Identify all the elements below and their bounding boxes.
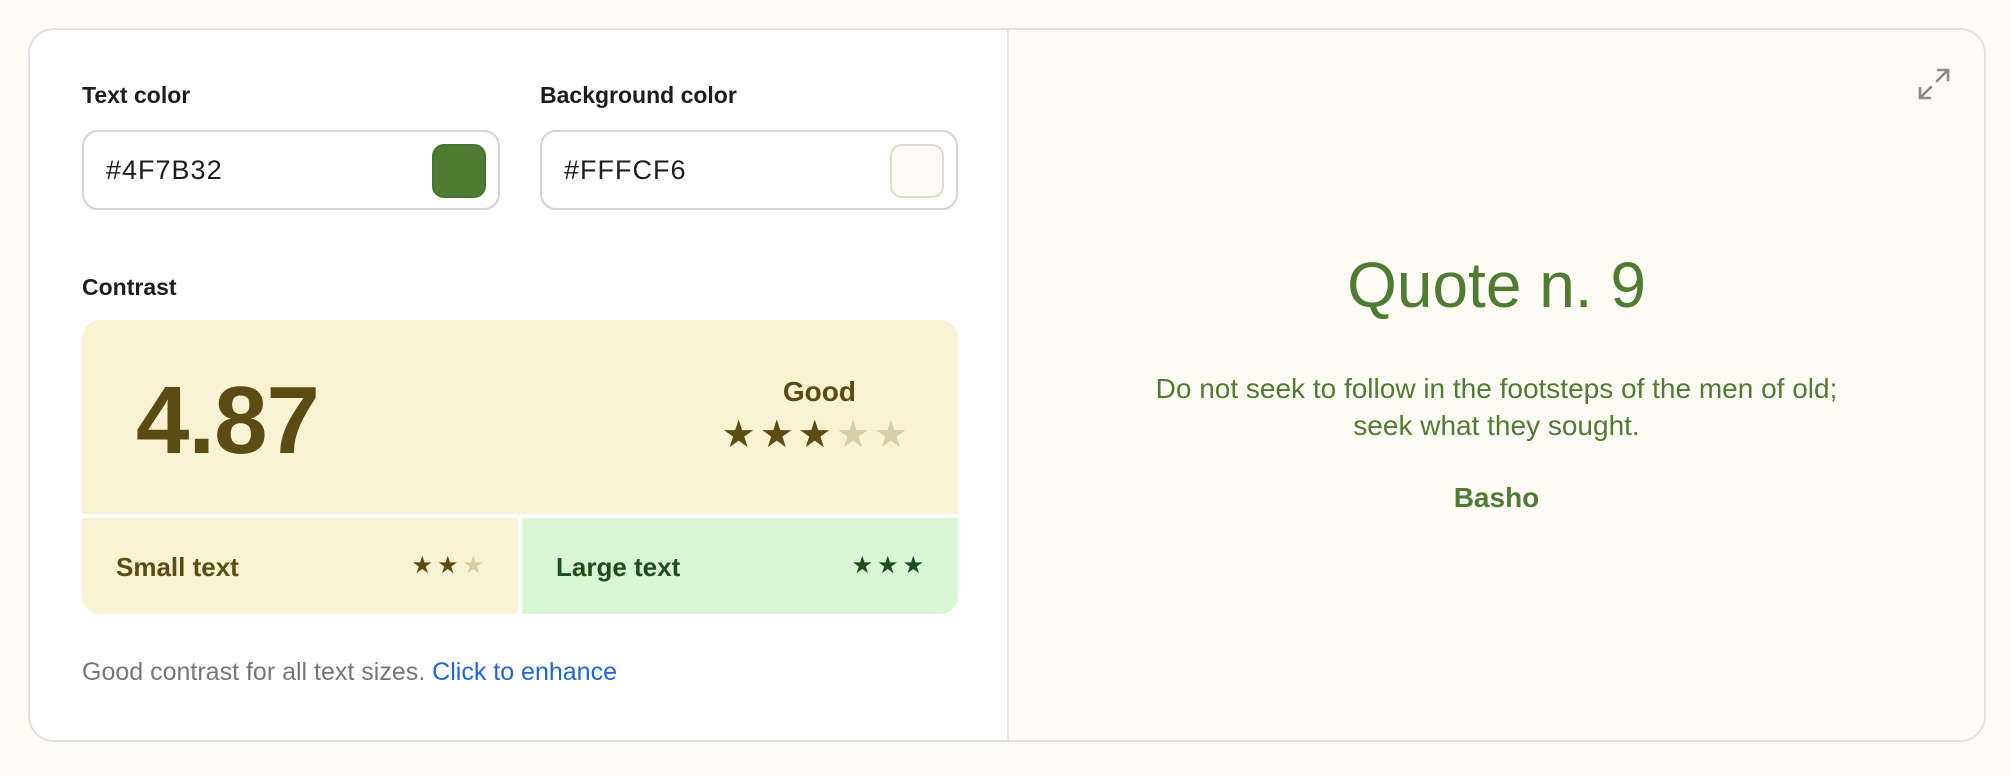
background-color-field[interactable] (540, 130, 958, 210)
small-text-rating: Small text ★ ★ ★ (82, 518, 518, 614)
expand-button[interactable] (1914, 64, 1954, 104)
background-color-swatch[interactable] (890, 144, 944, 198)
preview-panel: Quote n. 9 Do not seek to follow in the … (1009, 30, 1984, 740)
contrast-score: 4.87 (136, 367, 320, 474)
text-color-label: Text color (82, 82, 191, 108)
large-text-stars: ★ ★ ★ (851, 554, 924, 578)
large-text-rating: Large text ★ ★ ★ (522, 518, 958, 614)
star-icon: ★ (835, 414, 870, 456)
text-color-input[interactable] (106, 132, 396, 208)
quote-title: Quote n. 9 (1347, 249, 1646, 321)
star-icon: ★ (797, 414, 832, 456)
contrast-rating: Good (782, 376, 856, 407)
star-icon: ★ (721, 414, 756, 456)
quote-text: Do not seek to follow in the footsteps o… (1099, 370, 1894, 444)
star-icon: ★ (759, 414, 794, 456)
background-color-label: Background color (540, 82, 737, 108)
text-color-swatch[interactable] (432, 144, 486, 198)
star-icon: ★ (876, 552, 899, 579)
small-text-stars: ★ ★ ★ (411, 554, 484, 578)
contrast-label: Contrast (82, 274, 177, 300)
star-icon: ★ (873, 414, 908, 456)
small-text-label: Small text (116, 552, 239, 582)
quote-line: seek what they sought. (1353, 410, 1640, 441)
star-icon: ★ (851, 552, 873, 579)
enhance-link[interactable]: Click to enhance (432, 658, 617, 686)
contrast-checker-card: Text color Background color Contrast 4.8… (28, 28, 1986, 742)
quote-line: Do not seek to follow in the footsteps o… (1155, 373, 1838, 404)
expand-icon (1918, 68, 1950, 100)
star-icon: ★ (462, 552, 484, 579)
controls-panel: Text color Background color Contrast 4.8… (30, 30, 1009, 740)
quote-author: Basho (1453, 482, 1540, 513)
star-icon: ★ (411, 552, 433, 579)
large-text-label: Large text (556, 552, 681, 582)
contrast-result: 4.87 Good ★ ★ ★ ★ ★ Small text ★ ★ ★ Lar… (82, 320, 958, 614)
contrast-note: Good contrast for all text sizes. Click … (82, 658, 617, 687)
contrast-score-area: 4.87 Good ★ ★ ★ ★ ★ (82, 320, 958, 514)
star-icon: ★ (436, 552, 459, 579)
background-color-input[interactable] (564, 132, 854, 208)
contrast-rating-stars: ★ ★ ★ ★ ★ (722, 416, 908, 454)
text-color-field[interactable] (82, 130, 500, 210)
contrast-note-text: Good contrast for all text sizes. (82, 658, 426, 686)
star-icon: ★ (902, 552, 924, 579)
